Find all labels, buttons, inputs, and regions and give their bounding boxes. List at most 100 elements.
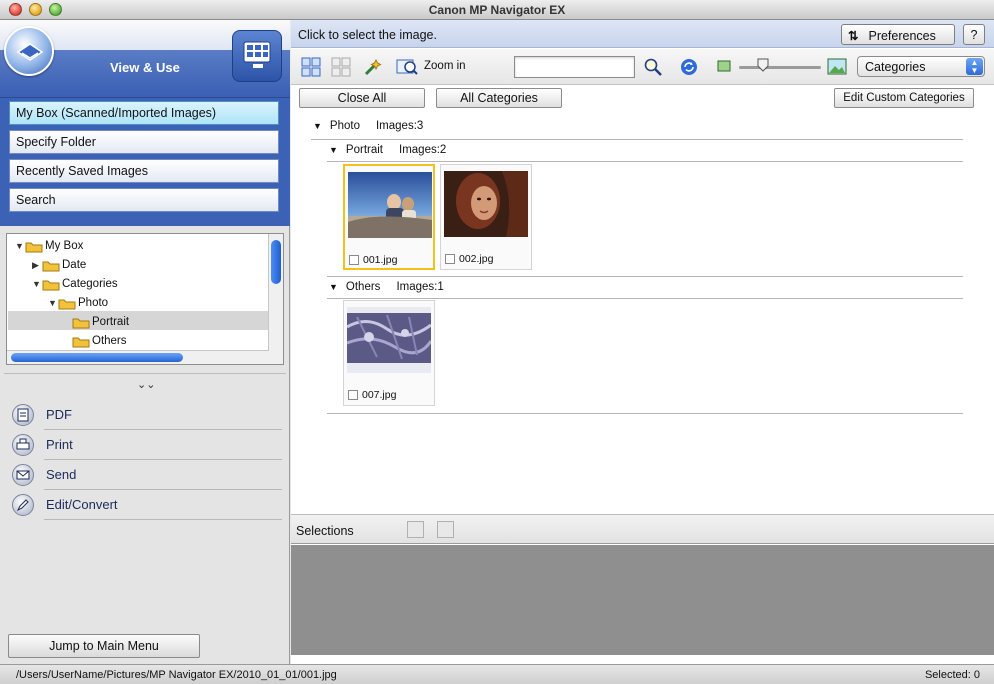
- status-bar: /Users/UserName/Pictures/MP Navigator EX…: [0, 664, 994, 684]
- help-button[interactable]: ?: [963, 24, 985, 45]
- group-header-portrait[interactable]: ▼ Portrait Images:2: [329, 144, 446, 156]
- tree-label: Date: [62, 259, 87, 271]
- edit-custom-categories-button[interactable]: Edit Custom Categories: [834, 88, 974, 108]
- close-all-button[interactable]: Close All: [299, 88, 425, 108]
- tree-item-photo[interactable]: ▼ Photo: [48, 294, 108, 312]
- folder-icon: [25, 240, 43, 253]
- tree-selection-highlight: [8, 311, 268, 330]
- double-chevron-down-icon[interactable]: ⌄⌄: [137, 378, 155, 391]
- panel-divider: [4, 373, 286, 374]
- search-input[interactable]: [514, 56, 635, 78]
- action-print[interactable]: Print: [10, 430, 282, 460]
- mode-label: View & Use: [110, 60, 180, 75]
- collapsed-triangle-icon[interactable]: ▶: [32, 260, 42, 271]
- tree-horizontal-scrollbar[interactable]: [7, 350, 269, 364]
- thumbnail-checkbox[interactable]: [348, 390, 358, 400]
- nav-recently-saved[interactable]: Recently Saved Images: [9, 159, 279, 183]
- thumbnail-size-slider-knob[interactable]: [757, 58, 769, 72]
- thumbnail-filename: 002.jpg: [459, 253, 494, 265]
- thumbnail-filename: 007.jpg: [362, 389, 397, 401]
- tree-vertical-scroll-thumb[interactable]: [271, 240, 281, 284]
- mode-banner: View & Use: [0, 20, 290, 98]
- nav-specify-folder[interactable]: Specify Folder: [9, 130, 279, 154]
- group-label: Photo: [329, 120, 360, 132]
- app-logo-icon[interactable]: [4, 26, 54, 76]
- window-title: Canon MP Navigator EX: [428, 3, 566, 17]
- status-selected-count: Selected: 0: [924, 669, 980, 681]
- refresh-icon[interactable]: [679, 57, 699, 77]
- jump-to-main-menu-button[interactable]: Jump to Main Menu: [8, 634, 200, 658]
- expanded-triangle-icon[interactable]: ▼: [15, 241, 25, 251]
- expanded-triangle-icon[interactable]: ▼: [329, 282, 338, 292]
- thumbnail-item[interactable]: 002.jpg: [440, 164, 532, 270]
- folder-icon: [42, 278, 60, 291]
- toolbar: Zoom in Categories ▲ ▼: [291, 49, 994, 85]
- all-categories-button[interactable]: All Categories: [436, 88, 562, 108]
- preferences-button[interactable]: ⇅ Preferences: [841, 24, 955, 45]
- action-pdf[interactable]: PDF: [10, 400, 282, 430]
- small-thumbnail-icon[interactable]: [717, 60, 737, 80]
- nav-my-box[interactable]: My Box (Scanned/Imported Images): [9, 101, 279, 125]
- instruction-text: Click to select the image.: [298, 28, 437, 42]
- zoom-in-label[interactable]: Zoom in: [424, 60, 466, 72]
- thumbnail-item[interactable]: 007.jpg: [343, 300, 435, 406]
- nav-list: My Box (Scanned/Imported Images) Specify…: [0, 98, 290, 226]
- expanded-triangle-icon[interactable]: ▼: [329, 145, 338, 155]
- deselect-all-icon[interactable]: [331, 57, 351, 77]
- header-bar: Click to select the image. ⇅ Preferences …: [291, 20, 994, 48]
- thumbnail-checkbox[interactable]: [349, 255, 359, 265]
- view-mode-value: Categories: [865, 60, 926, 74]
- thumbnail-checkbox[interactable]: [445, 254, 455, 264]
- preferences-label: Preferences: [868, 29, 936, 43]
- tree-vertical-scrollbar[interactable]: [268, 234, 283, 364]
- tree-item-categories[interactable]: ▼ Categories: [32, 275, 118, 293]
- left-panel: View & Use My Box (Scanned/Imported Imag…: [0, 20, 290, 664]
- selections-label: Selections: [296, 524, 354, 538]
- group-header-others[interactable]: ▼ Others Images:1: [329, 281, 444, 293]
- title-bar: Canon MP Navigator EX: [0, 0, 994, 20]
- action-send[interactable]: Send: [10, 460, 282, 490]
- action-label: Edit/Convert: [46, 497, 118, 512]
- tree-label: Others: [92, 335, 127, 347]
- expanded-triangle-icon[interactable]: ▼: [32, 279, 42, 289]
- thumbnail-size-slider[interactable]: [739, 66, 821, 69]
- thumbnail-item[interactable]: 001.jpg: [343, 164, 435, 270]
- tree-label: Portrait: [92, 316, 130, 328]
- tree-horizontal-scroll-thumb[interactable]: [11, 353, 183, 362]
- group-label: Portrait: [345, 144, 383, 156]
- thumbnail-caption: 001.jpg: [349, 254, 397, 266]
- group-count: Images:3: [375, 120, 424, 132]
- action-edit-convert[interactable]: Edit/Convert: [10, 490, 282, 520]
- view-mode-select[interactable]: Categories ▲ ▼: [857, 56, 985, 77]
- tree-label: My Box: [45, 240, 84, 252]
- search-icon[interactable]: [643, 57, 663, 77]
- tree-item-date[interactable]: ▶ Date: [32, 256, 86, 274]
- tree-item-portrait[interactable]: Portrait: [72, 313, 129, 331]
- expanded-triangle-icon[interactable]: ▼: [313, 121, 322, 131]
- folder-icon: [72, 335, 90, 348]
- tree-item-my-box[interactable]: ▼ My Box: [15, 237, 83, 255]
- thumbnail-caption: 002.jpg: [445, 253, 493, 265]
- group-header-photo[interactable]: ▼ Photo Images:3: [313, 120, 423, 132]
- large-thumbnail-icon[interactable]: [827, 58, 847, 78]
- view-use-icon[interactable]: [232, 30, 282, 82]
- select-all-icon[interactable]: [301, 57, 321, 77]
- expanded-triangle-icon[interactable]: ▼: [48, 298, 58, 308]
- send-icon: [12, 464, 34, 486]
- right-panel: Click to select the image. ⇅ Preferences …: [291, 20, 994, 664]
- correct-enhance-icon[interactable]: [363, 57, 383, 77]
- group-count: Images:2: [399, 144, 447, 156]
- select-all-selections-icon[interactable]: [407, 521, 424, 538]
- selections-bar: Selections: [291, 514, 994, 544]
- deselect-selections-icon[interactable]: [437, 521, 454, 538]
- thumbnail-image: [348, 172, 432, 238]
- folder-icon: [42, 259, 60, 272]
- folder-icon: [58, 297, 76, 310]
- group-count: Images:1: [396, 281, 444, 293]
- status-file-path: /Users/UserName/Pictures/MP Navigator EX…: [16, 669, 337, 681]
- select-arrows-icon: ▲ ▼: [966, 58, 983, 75]
- pdf-icon: [12, 404, 34, 426]
- zoom-in-icon[interactable]: [396, 57, 418, 77]
- tree-item-others[interactable]: Others: [72, 332, 127, 350]
- nav-search[interactable]: Search: [9, 188, 279, 212]
